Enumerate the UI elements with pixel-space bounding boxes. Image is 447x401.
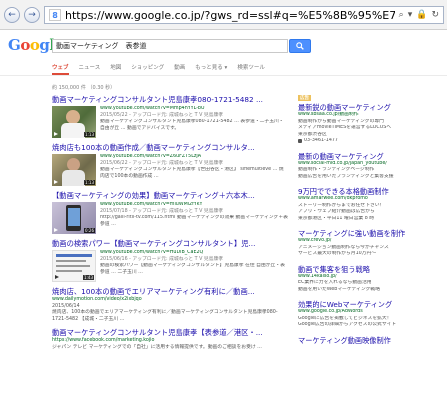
- ad-title-link[interactable]: 最新鋭の動画マーケティング: [298, 103, 443, 112]
- results-list: 動画マーケティングコンサルタント児島康孝080-1721-5482 ... 1:…: [52, 94, 288, 356]
- lock-icon[interactable]: 🔒: [416, 10, 427, 20]
- video-thumbnail[interactable]: 0:26: [52, 202, 96, 234]
- result-title-link[interactable]: 動画の検索パワー【動画マーケティングコンサルタント】児...: [52, 238, 288, 249]
- tab-search-tools[interactable]: 検索ツール: [237, 63, 265, 75]
- result-title-link[interactable]: 焼肉店も100本の動画作成／動画マーケティングコンサルタ...: [52, 142, 288, 153]
- browser-toolbar: ← → 8 https://www.google.co.jp/?gws_rd=s…: [0, 0, 447, 30]
- ad-badge: 広告: [298, 95, 311, 101]
- address-url[interactable]: https://www.google.co.jp/?gws_rd=ssl#q=%…: [65, 9, 395, 22]
- result-title-link[interactable]: 【動画マーケティングの効果】動画マーケティング＋六本木...: [52, 190, 288, 201]
- video-thumbnail[interactable]: 1:13: [52, 106, 96, 138]
- result-url: www.youtube.com/watch?v=Mmp4hYYL-bU: [100, 106, 205, 111]
- video-thumbnail[interactable]: 1:13: [52, 154, 96, 186]
- ad-title-link[interactable]: 最新の動画マーケティング: [298, 152, 443, 161]
- ad-item: マーケティングに強い動画を制作 www.crevo.jp/ アニメーション動画制…: [298, 229, 443, 258]
- search-tabs: ウェブ ニュース 地図 ショッピング 動画 もっと見る ▾ 検索ツール: [52, 63, 265, 75]
- ad-title-link[interactable]: 9万円でできる本格動画制作: [298, 187, 443, 196]
- result-snippet: 動画マーケティングコンサルタント児島康孝080-1721-5482 … 表参道・…: [100, 119, 284, 131]
- search-button[interactable]: [289, 39, 311, 53]
- address-bar-icons: ⌕ ▾ 🔒 ↻: [395, 10, 443, 20]
- result-stats: 約 150,000 件 （0.30 秒）: [52, 85, 116, 91]
- tabs-divider: [0, 75, 447, 76]
- result-url: https://www.facebook.com/marketing.kojio: [52, 338, 155, 344]
- thumbnail-line: [56, 254, 92, 257]
- video-thumbnail[interactable]: 1:43: [52, 250, 96, 282]
- ad-item: マーケティング動画映像制作: [298, 336, 443, 345]
- video-duration: 1:43: [83, 275, 94, 280]
- play-icon: [54, 228, 58, 232]
- forward-arrow-icon: →: [28, 9, 36, 20]
- forward-button[interactable]: →: [24, 7, 40, 23]
- result-item: 動画の検索パワー【動画マーケティングコンサルタント】児... 1:43 www.…: [52, 238, 288, 282]
- result-date: 2015/07/18 - アップロード元: 成城ねっと T V 児島康孝: [100, 208, 224, 214]
- result-item: 焼肉店も100本の動画作成／動画マーケティングコンサルタ... 1:13 www…: [52, 142, 288, 186]
- ad-location: 東京都港区・平日11 曜日営業 8 時: [298, 215, 375, 221]
- ad-description: 動画を用いたWebマーケティング戦略: [298, 286, 381, 292]
- back-arrow-icon: ←: [8, 9, 16, 20]
- search-input[interactable]: 動画マーケティング 表参道: [52, 39, 288, 53]
- result-item: 動画マーケティングコンサルタント児島康孝080-1721-5482 ... 1:…: [52, 94, 288, 138]
- thumbnail-shirt: [62, 170, 85, 186]
- refresh-icon[interactable]: ↻: [431, 10, 439, 20]
- thumbnail-line: [56, 270, 82, 272]
- tab-news[interactable]: ニュース: [79, 63, 101, 75]
- result-url: www.dailymotion.com/video/x2ixbjqo: [52, 297, 142, 302]
- ad-title-link[interactable]: 効果的にWebマーケティング: [298, 300, 443, 309]
- result-snippet: http://galil-ritil-tv.com/115.html 動画マーケ…: [100, 215, 288, 227]
- play-icon: [54, 180, 58, 184]
- ad-description: サービス最大の制作から月10万円〜: [298, 251, 377, 256]
- result-title-link[interactable]: 焼肉店、100本の動画でエリアマーケティング有利に／動画...: [52, 286, 288, 297]
- tab-maps[interactable]: 地図: [110, 63, 121, 75]
- phone-icon: [298, 139, 302, 144]
- ad-phone[interactable]: 03-3461-1477: [298, 138, 443, 145]
- site-favicon-icon: 8: [49, 9, 61, 21]
- tab-shopping[interactable]: ショッピング: [131, 63, 164, 75]
- thumbnail-face: [66, 110, 80, 124]
- result-snippet: 焼肉店、100本の動画でエリアマーケティング有利に／動画マーケティングコンサルタ…: [52, 310, 278, 322]
- ad-title-link[interactable]: 動画で集客を狙う戦略: [298, 265, 443, 274]
- result-url: www.youtube.com/watch?v=Z6uFZT5LzjA: [100, 154, 202, 159]
- tab-more[interactable]: もっと見る ▾: [195, 63, 227, 75]
- video-duration: 1:13: [84, 180, 95, 185]
- result-date: 2015/05/22 - アップロード元: 成城ねっと T V 児島康孝: [100, 112, 224, 118]
- result-url: www.youtube.com/watch?v=mluWMl2fYkY: [100, 202, 203, 207]
- result-item: 焼肉店、100本の動画でエリアマーケティング有利に／動画... www.dail…: [52, 286, 288, 323]
- tab-web[interactable]: ウェブ: [52, 63, 69, 75]
- ad-item: 動画で集客を狙う戦略 www.14kaiso.jp/ EC業界に力を入れるなら動…: [298, 265, 443, 294]
- thumbnail-phone-screen: [67, 208, 80, 226]
- ad-item: 9万円でできる本格動画制作 www.amarwee.com/dkpromo スト…: [298, 187, 443, 222]
- magnifier-icon: [296, 42, 304, 50]
- play-icon: [54, 132, 58, 136]
- ad-title-link[interactable]: マーケティング動画映像制作: [298, 336, 443, 345]
- ad-description: Google広告の詳細からアクセスの公式サイト: [298, 322, 397, 327]
- video-duration: 0:26: [84, 228, 95, 233]
- video-duration: 1:13: [84, 132, 95, 137]
- thumbnail-shirt: [61, 123, 85, 138]
- ad-item: 効果的にWebマーケティング www.google.co.jp/AdWords …: [298, 300, 443, 329]
- result-item: 動画マーケティングコンサルタント児島康孝【表参道／港区・... https://…: [52, 327, 288, 351]
- search-icon[interactable]: ⌕: [399, 10, 404, 20]
- result-snippet: 動画マーケティングコンサルタント児島康孝【世田谷区・港区】 sifiemulti…: [100, 167, 284, 179]
- result-date: 2015/06/22 - アップロード元: 成城ねっと T V 児島康孝: [100, 160, 224, 166]
- result-date: 2015/06/16 - アップロード元: 成城ねっと T V 児島康孝: [100, 256, 224, 262]
- result-url: www.youtube.com/watch?v=HuDiB_CaE2Q: [100, 250, 204, 255]
- result-title-link[interactable]: 動画マーケティングコンサルタント児島康孝080-1721-5482 ...: [52, 94, 288, 105]
- ad-title-link[interactable]: マーケティングに強い動画を制作: [298, 229, 443, 238]
- thumbnail-line: [56, 260, 86, 262]
- ads-column: 広告 最新鋭の動画マーケティング www.sbsaa.co.jp/動画制作 動画…: [298, 94, 443, 352]
- play-icon: [55, 275, 59, 279]
- ad-item: 最新鋭の動画マーケティング www.sbsaa.co.jp/動画制作 動画制作か…: [298, 103, 443, 145]
- dropdown-icon[interactable]: ▾: [408, 10, 413, 20]
- result-snippet: 動画の検索パワー【動画マーケティングコンサルタント】児島康孝 在住 自由が丘・表…: [100, 263, 285, 275]
- ad-item: 最新の動画マーケティング www.social-mid.co.jp/japan_…: [298, 152, 443, 181]
- result-snippet: ジャパン テレビ マーケティングでの「自社」に活用する情報提供です。動画のご相談…: [52, 344, 262, 350]
- tab-videos[interactable]: 動画: [174, 63, 185, 75]
- result-title-link[interactable]: 動画マーケティングコンサルタント児島康孝【表参道／港区・...: [52, 327, 288, 338]
- ad-description: 動画広告を用いたブランディングと集客支援: [298, 173, 394, 179]
- address-bar[interactable]: 8 https://www.google.co.jp/?gws_rd=ssl#q…: [44, 6, 444, 24]
- thumbnail-line: [56, 265, 90, 267]
- back-button[interactable]: ←: [4, 7, 20, 23]
- result-item: 【動画マーケティングの効果】動画マーケティング＋六本木... 0:26 www.…: [52, 190, 288, 234]
